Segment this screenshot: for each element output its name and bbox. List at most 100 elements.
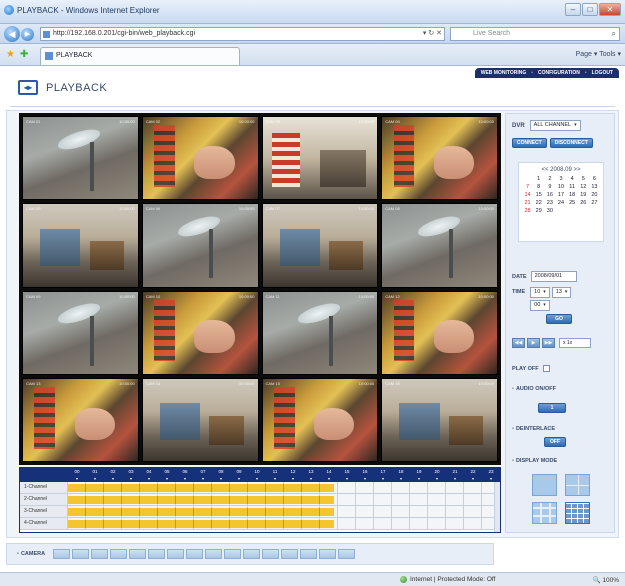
calendar-day[interactable]: 26 (578, 200, 589, 206)
calendar-day[interactable]: 17 (555, 192, 566, 198)
timeline-hour[interactable]: 05 ▾ (158, 468, 176, 482)
calendar-day[interactable]: 3 (555, 176, 566, 182)
camera-select-button[interactable] (243, 549, 261, 559)
timeline-hour[interactable]: 14 ▾ (320, 468, 338, 482)
date-input[interactable]: 2008/09/01 (530, 271, 577, 282)
calendar-day[interactable]: 11 (567, 184, 578, 190)
camera-tile[interactable]: CAM 14 10:00:00 (141, 377, 259, 462)
deinterlace-button[interactable]: OFF (544, 437, 566, 447)
camera-tile[interactable]: CAM 11 10:00:00 (261, 290, 379, 375)
calendar-header[interactable]: << 2008.09 >> (522, 167, 600, 173)
calendar-day[interactable]: 14 (522, 192, 533, 198)
calendar-day[interactable]: 13 (589, 184, 600, 190)
timeline-hour[interactable]: 13 ▾ (302, 468, 320, 482)
calendar-day[interactable]: 23 (544, 200, 555, 206)
camera-select-button[interactable] (224, 549, 242, 559)
recorded-segment[interactable] (68, 496, 335, 504)
timeline-hour[interactable]: 19 ▾ (410, 468, 428, 482)
minimize-button[interactable]: – (565, 3, 581, 16)
timeline-hour[interactable]: 22 ▾ (464, 468, 482, 482)
calendar-day[interactable]: 24 (555, 200, 566, 206)
calendar-day[interactable]: 19 (578, 192, 589, 198)
timeline-track[interactable] (68, 506, 494, 517)
nav-configuration[interactable]: CONFIGURATION (538, 70, 580, 76)
calendar-day[interactable]: 21 (522, 200, 533, 206)
camera-select-button[interactable] (148, 549, 166, 559)
calendar-day[interactable]: 8 (533, 184, 544, 190)
maximize-button[interactable]: □ (582, 3, 598, 16)
timeline-track[interactable] (68, 494, 494, 505)
camera-select-button[interactable] (300, 549, 318, 559)
camera-tile[interactable]: CAM 10 10:00:00 (141, 290, 259, 375)
timeline-hour[interactable]: 03 ▾ (122, 468, 140, 482)
search-box[interactable]: Live Search ⌕ (450, 27, 620, 41)
camera-tile[interactable]: CAM 03 10:00:00 (261, 116, 379, 201)
camera-tile[interactable]: CAM 04 10:00:00 (381, 116, 498, 201)
camera-tile[interactable]: CAM 02 10:00:00 (141, 116, 259, 201)
back-icon[interactable]: ◀ (4, 26, 20, 42)
timeline-hour[interactable]: 07 ▾ (194, 468, 212, 482)
calendar-day[interactable]: 7 (522, 184, 533, 190)
timeline-hour[interactable]: 01 ▾ (86, 468, 104, 482)
calendar-day[interactable]: 16 (544, 192, 555, 198)
address-url[interactable]: http://192.168.0.201/cgi-bin/web_playbac… (53, 30, 195, 37)
calendar-day[interactable]: 4 (567, 176, 578, 182)
calendar-day[interactable]: 20 (589, 192, 600, 198)
timeline-hour[interactable]: 17 ▾ (374, 468, 392, 482)
camera-tile[interactable]: CAM 08 10:00:00 (381, 203, 498, 288)
camera-select-button[interactable] (72, 549, 90, 559)
minute-select[interactable]: 13 ▾ (551, 287, 572, 298)
timeline-hour[interactable]: 16 ▾ (356, 468, 374, 482)
calendar-day[interactable]: 29 (533, 208, 544, 214)
audio-toggle-button[interactable]: 1 (538, 403, 566, 413)
calendar-day[interactable]: 2 (544, 176, 555, 182)
search-icon[interactable]: ⌕ (612, 29, 616, 39)
calendar-day[interactable]: 1 (533, 176, 544, 182)
calendar-day[interactable]: 18 (567, 192, 578, 198)
timeline-hour[interactable]: 08 ▾ (212, 468, 230, 482)
close-button[interactable]: ✕ (599, 3, 621, 16)
disconnect-button[interactable]: DISCONNECT (549, 138, 593, 148)
timeline-hour[interactable]: 12 ▾ (284, 468, 302, 482)
layout-9-icon[interactable] (532, 502, 557, 524)
address-bar[interactable]: http://192.168.0.201/cgi-bin/web_playbac… (40, 27, 445, 41)
dvr-select[interactable]: ALL CHANNEL ▾ (529, 120, 581, 131)
timeline-scrollbar[interactable] (494, 482, 500, 532)
camera-select-button[interactable] (167, 549, 185, 559)
camera-tile[interactable]: CAM 01 10:00:00 (22, 116, 139, 201)
calendar-day[interactable]: 9 (544, 184, 555, 190)
play-button[interactable]: ▶ (527, 338, 540, 348)
camera-select-button[interactable] (262, 549, 280, 559)
camera-tile[interactable]: CAM 15 10:00:00 (261, 377, 379, 462)
timeline-hour[interactable]: 18 ▾ (392, 468, 410, 482)
play-off-checkbox[interactable] (542, 365, 550, 372)
camera-select-button[interactable] (110, 549, 128, 559)
timeline-hour[interactable]: 06 ▾ (176, 468, 194, 482)
layout-16-icon[interactable] (565, 502, 590, 524)
calendar-day[interactable]: 12 (578, 184, 589, 190)
calendar-day[interactable]: 5 (578, 176, 589, 182)
camera-select-button[interactable] (129, 549, 147, 559)
timeline-hour[interactable]: 15 ▾ (338, 468, 356, 482)
timeline-hour[interactable]: 10 ▾ (248, 468, 266, 482)
timeline-track[interactable] (68, 518, 494, 529)
camera-select-button[interactable] (205, 549, 223, 559)
go-button[interactable]: GO (546, 314, 572, 324)
timeline-hour[interactable]: 00 ▾ (68, 468, 86, 482)
timeline-hour[interactable]: 04 ▾ (140, 468, 158, 482)
fast-forward-button[interactable]: ▶▶ (542, 338, 555, 348)
timeline-hour[interactable]: 11 ▾ (266, 468, 284, 482)
recorded-segment[interactable] (68, 520, 335, 528)
calendar-day[interactable]: 6 (589, 176, 600, 182)
camera-select-button[interactable] (53, 549, 71, 559)
camera-select-button[interactable] (281, 549, 299, 559)
speed-select[interactable]: x 1x (559, 338, 591, 348)
second-select[interactable]: 00 ▾ (530, 300, 550, 311)
rewind-button[interactable]: ◀◀ (512, 338, 525, 348)
hour-select[interactable]: 10 ▾ (530, 287, 550, 298)
timeline-hour[interactable]: 21 ▾ (446, 468, 464, 482)
timeline-hour[interactable]: 23 ▾ (482, 468, 500, 482)
recorded-segment[interactable] (68, 484, 335, 492)
calendar-day[interactable]: 22 (533, 200, 544, 206)
camera-tile[interactable]: CAM 07 10:00:00 (261, 203, 379, 288)
